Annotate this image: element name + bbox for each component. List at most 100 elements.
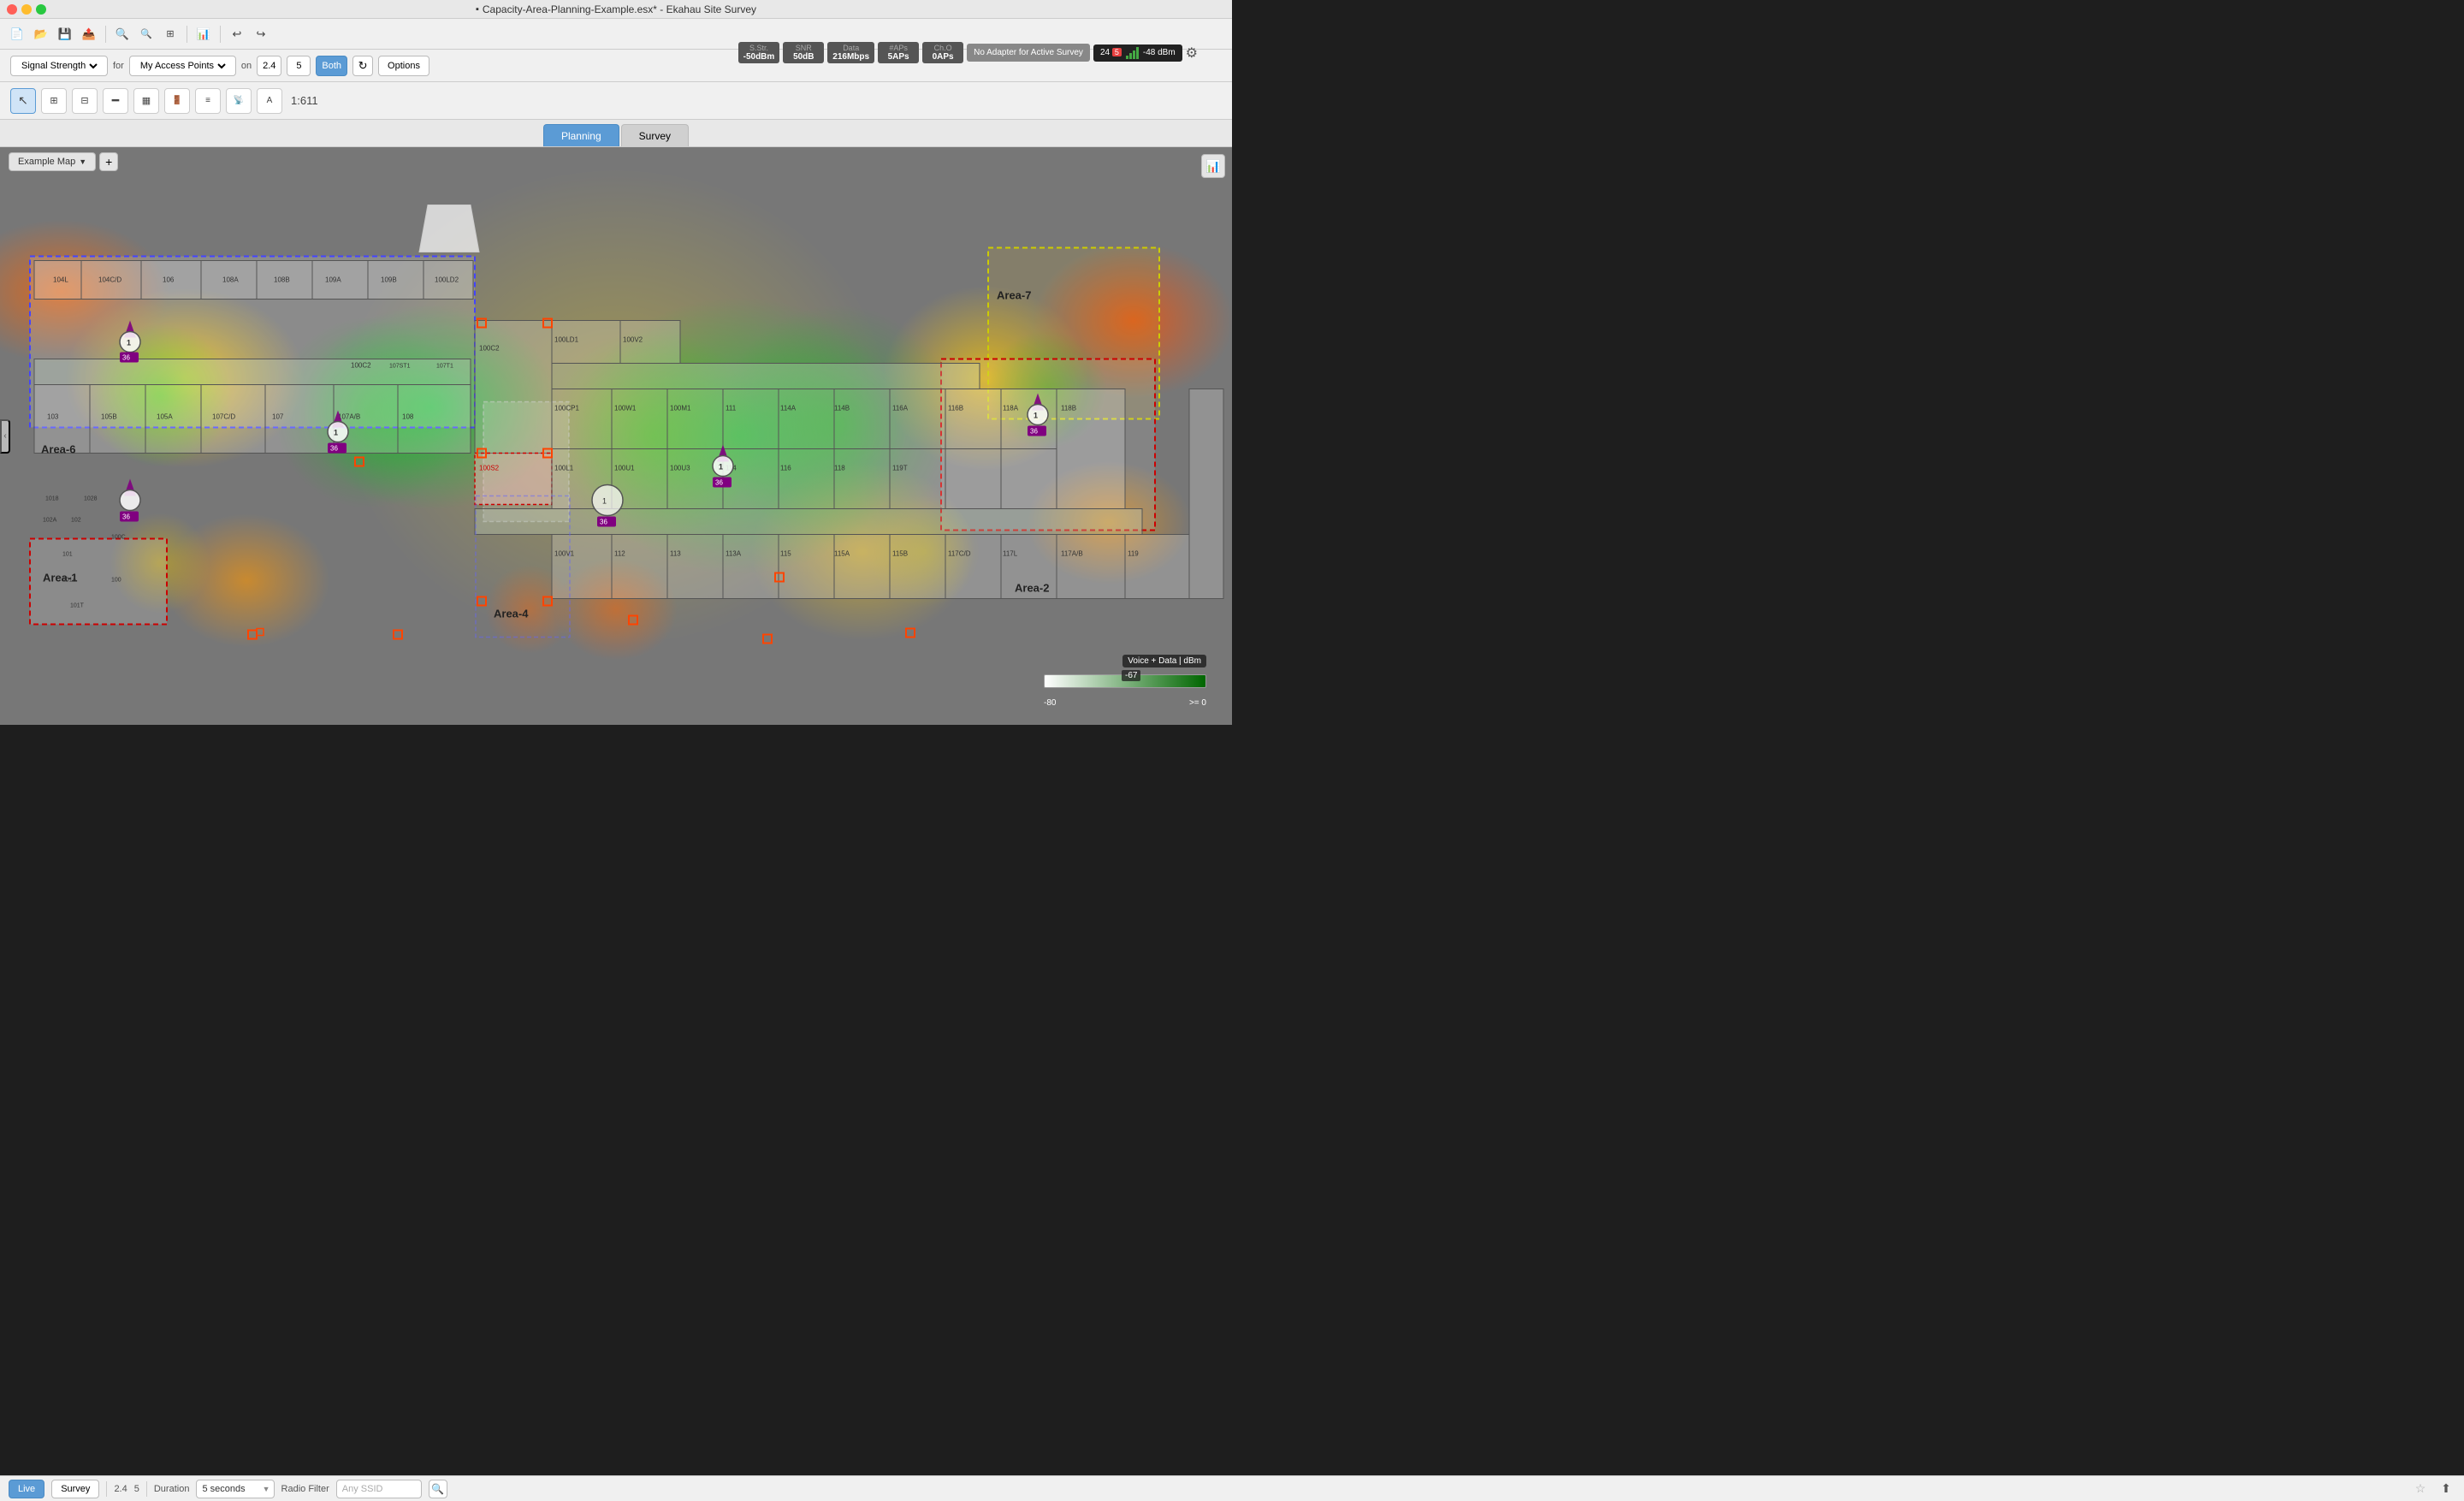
close-button[interactable]: [7, 4, 17, 15]
signal-type-select[interactable]: Signal Strength: [10, 56, 108, 76]
svg-text:100: 100: [111, 578, 121, 584]
chart-icon-button[interactable]: 📊: [1201, 154, 1225, 178]
svg-text:114B: 114B: [834, 405, 850, 412]
refresh-button[interactable]: ↻: [352, 56, 373, 76]
add-map-tab-button[interactable]: +: [99, 152, 118, 171]
export-button[interactable]: 📤: [79, 24, 99, 44]
svg-text:115B: 115B: [892, 550, 908, 558]
signal-type-dropdown[interactable]: Signal Strength: [18, 60, 100, 72]
svg-text:36: 36: [122, 354, 130, 362]
new-button[interactable]: 📄: [7, 24, 27, 44]
legend-threshold: >= 0: [1189, 698, 1206, 708]
tab-survey[interactable]: Survey: [621, 124, 689, 146]
minimize-button[interactable]: [21, 4, 32, 15]
redo-button[interactable]: ↪: [251, 24, 271, 44]
svg-text:106: 106: [163, 276, 175, 284]
svg-text:36: 36: [330, 445, 338, 453]
area-grid-tool[interactable]: ⊞: [41, 88, 67, 114]
tab-planning[interactable]: Planning: [543, 124, 619, 146]
upload-button[interactable]: ⬆: [2437, 1480, 2455, 1498]
data-label: Data: [832, 44, 869, 52]
svg-text:104L: 104L: [53, 276, 68, 284]
cursor-tool[interactable]: ↖: [10, 88, 36, 114]
svg-text:107T1: 107T1: [436, 364, 453, 370]
signal-bars: [1126, 47, 1139, 59]
on-label: on: [241, 61, 252, 71]
survey-tab[interactable]: Survey: [51, 1480, 99, 1498]
svg-text:119T: 119T: [892, 465, 908, 472]
ch0-label: Ch.O: [927, 44, 958, 52]
window-title: Capacity-Area-Planning-Example.esx* - Ek…: [483, 3, 756, 15]
save-button[interactable]: 💾: [55, 24, 75, 44]
duration-selector[interactable]: 5 seconds ▼: [196, 1480, 274, 1498]
undo-button[interactable]: ↩: [227, 24, 247, 44]
svg-text:103: 103: [47, 413, 59, 421]
svg-text:119: 119: [1128, 550, 1139, 558]
map-tab-label: Example Map: [18, 157, 75, 167]
wall-type-tool[interactable]: ▦: [133, 88, 159, 114]
zoom-in-button[interactable]: 🔍: [112, 24, 133, 44]
svg-text:105B: 105B: [101, 413, 117, 421]
legend-min: -80: [1044, 698, 1056, 708]
settings-button[interactable]: ⚙: [1186, 44, 1198, 62]
map-container[interactable]: 104L 104C/D 106 108A 108B 109A 109B 100L…: [0, 147, 1232, 725]
svg-text:104C/D: 104C/D: [98, 276, 121, 284]
svg-text:100LD2: 100LD2: [435, 276, 459, 284]
label-tool[interactable]: A: [257, 88, 282, 114]
svg-text:1018: 1018: [45, 496, 59, 502]
svg-text:113A: 113A: [726, 550, 742, 558]
access-points-select[interactable]: My Access Points: [129, 56, 236, 76]
search-button[interactable]: 🔍: [429, 1480, 447, 1498]
svg-text:100LD1: 100LD1: [554, 336, 579, 344]
door-tool[interactable]: 🚪: [164, 88, 190, 114]
freq-both-button[interactable]: Both: [316, 56, 347, 76]
bar2: [1129, 53, 1132, 59]
wall-tool[interactable]: ━: [103, 88, 128, 114]
duration-label: Duration: [154, 1484, 190, 1494]
svg-text:Area-4: Area-4: [494, 608, 529, 620]
freq-5-button[interactable]: 5: [287, 56, 311, 76]
access-points-dropdown[interactable]: My Access Points: [137, 60, 228, 72]
svg-text:117L: 117L: [1003, 550, 1018, 558]
legend-title: Voice + Data | dBm: [1122, 655, 1206, 667]
bar1: [1126, 56, 1128, 59]
toolbar-drawing: ↖ ⊞ ⊟ ━ ▦ 🚪 ≡ 📡 A 1:611: [0, 82, 1232, 120]
svg-text:1: 1: [719, 463, 723, 472]
zoom-out-button[interactable]: 🔍: [136, 24, 157, 44]
map-tab-dropdown-icon[interactable]: ▼: [79, 157, 86, 166]
freq-24-button[interactable]: 2.4: [257, 56, 281, 76]
legend-scale-container: -67: [1018, 670, 1206, 696]
live-tab[interactable]: Live: [9, 1480, 44, 1498]
open-button[interactable]: 📂: [31, 24, 51, 44]
map-tab-example[interactable]: Example Map ▼: [9, 152, 96, 171]
svg-text:100U3: 100U3: [670, 465, 690, 472]
freq-5-indicator: 5: [134, 1484, 139, 1494]
options-button[interactable]: Options: [378, 56, 429, 76]
svg-text:116: 116: [780, 465, 791, 472]
svg-text:118: 118: [834, 465, 845, 472]
svg-text:Area-2: Area-2: [1015, 582, 1049, 595]
radio-filter-input[interactable]: Any SSID: [336, 1480, 422, 1498]
svg-text:36: 36: [715, 479, 723, 487]
favorite-button[interactable]: ☆: [2411, 1480, 2430, 1498]
bottom-sep-1: [106, 1481, 107, 1497]
chart-button[interactable]: 📊: [193, 24, 214, 44]
bottom-bar: Live Survey 2.4 5 Duration 5 seconds ▼ R…: [0, 1475, 2464, 1501]
svg-text:117A/B: 117A/B: [1061, 550, 1083, 558]
svg-text:101A: 101A: [62, 578, 77, 584]
left-collapse-button[interactable]: ‹: [0, 419, 10, 454]
stairs-tool[interactable]: ≡: [195, 88, 221, 114]
legend-labels: -80 >= 0: [1018, 698, 1206, 708]
svg-text:102: 102: [71, 518, 81, 524]
app-icon: ▪: [476, 4, 479, 15]
svg-text:105A: 105A: [157, 413, 173, 421]
toolbar-sep-3: [220, 26, 221, 43]
svg-text:100V1: 100V1: [554, 550, 575, 558]
maximize-button[interactable]: [36, 4, 46, 15]
scale-indicator: 1:611: [291, 94, 318, 107]
area-multi-tool[interactable]: ⊟: [72, 88, 98, 114]
svg-text:100L1: 100L1: [554, 465, 574, 472]
zoom-fit-button[interactable]: ⊞: [160, 24, 181, 44]
legend-marker-label: -67: [1122, 670, 1140, 681]
ap-place-tool[interactable]: 📡: [226, 88, 252, 114]
